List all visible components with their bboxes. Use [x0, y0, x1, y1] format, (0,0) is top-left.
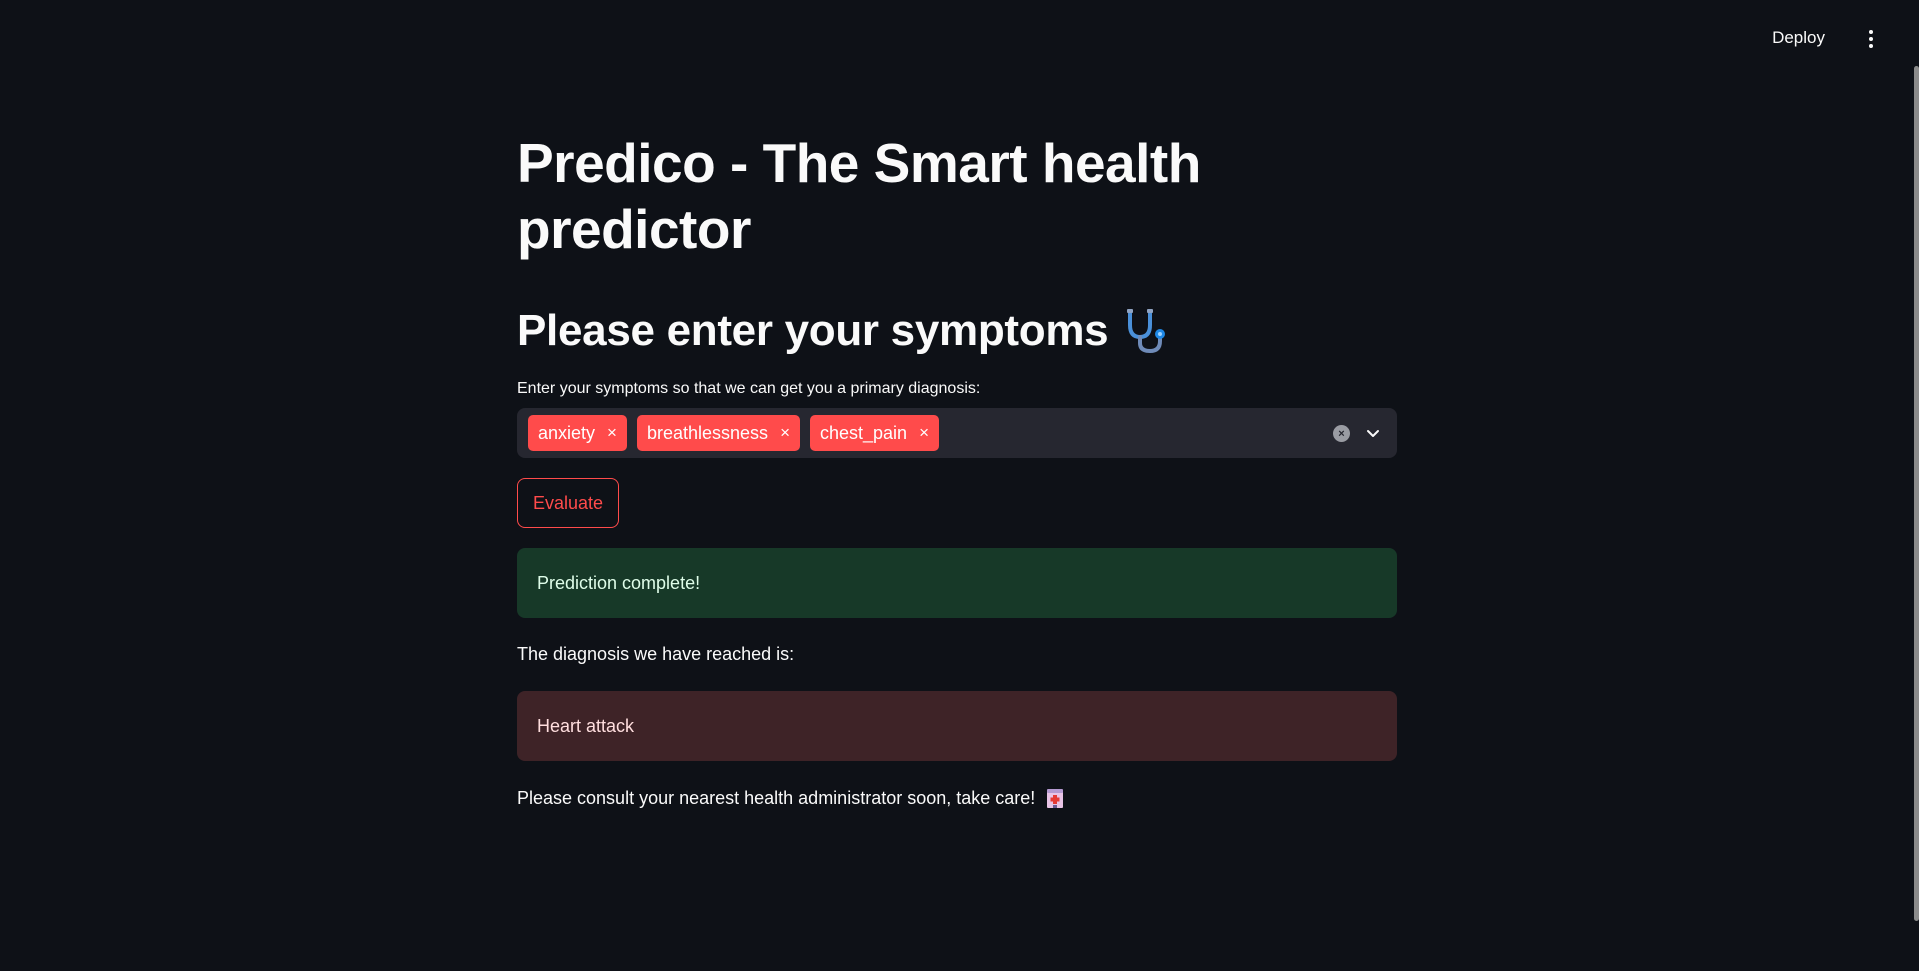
- diagnosis-result: Heart attack: [517, 691, 1397, 761]
- remove-tag-icon[interactable]: ×: [607, 423, 617, 443]
- symptom-tag-label: chest_pain: [820, 422, 908, 443]
- scrollbar[interactable]: [1914, 66, 1919, 921]
- stethoscope-icon: [1127, 309, 1166, 354]
- remove-tag-icon[interactable]: ×: [919, 423, 929, 443]
- symptom-tag[interactable]: anxiety ×: [528, 415, 627, 451]
- diagnosis-label: The diagnosis we have reached is:: [517, 644, 795, 664]
- more-options-icon[interactable]: [1859, 26, 1883, 52]
- symptoms-subheader: Please enter your symptoms: [517, 304, 1397, 358]
- main-content: Predico - The Smart health predictor Ple…: [517, 130, 1397, 809]
- deploy-button[interactable]: Deploy: [1760, 24, 1837, 52]
- chevron-down-icon[interactable]: [1365, 425, 1381, 441]
- remove-tag-icon[interactable]: ×: [780, 423, 790, 443]
- symptom-tag[interactable]: breathlessness ×: [636, 415, 800, 451]
- hospital-icon: [1047, 789, 1064, 808]
- clear-all-icon[interactable]: ×: [1333, 425, 1350, 442]
- app-root: Deploy Predico - The Smart health predic…: [0, 0, 1919, 971]
- consult-message: Please consult your nearest health admin…: [517, 787, 1397, 809]
- symptoms-multiselect[interactable]: anxiety × breathlessness × chest_pain × …: [517, 408, 1397, 458]
- page-title: Predico - The Smart health predictor: [517, 132, 1201, 260]
- success-alert: Prediction complete!: [517, 548, 1397, 618]
- top-header: Deploy: [0, 0, 1919, 74]
- symptom-tag-label: anxiety: [538, 422, 596, 443]
- symptoms-field-label: Enter your symptoms so that we can get y…: [517, 380, 981, 397]
- subheader-text: Please enter your symptoms: [517, 306, 1109, 355]
- symptom-tag[interactable]: chest_pain ×: [810, 415, 940, 451]
- evaluate-button[interactable]: Evaluate: [517, 478, 620, 528]
- consult-text: Please consult your nearest health admin…: [517, 787, 1036, 808]
- symptom-tag-label: breathlessness: [646, 422, 769, 443]
